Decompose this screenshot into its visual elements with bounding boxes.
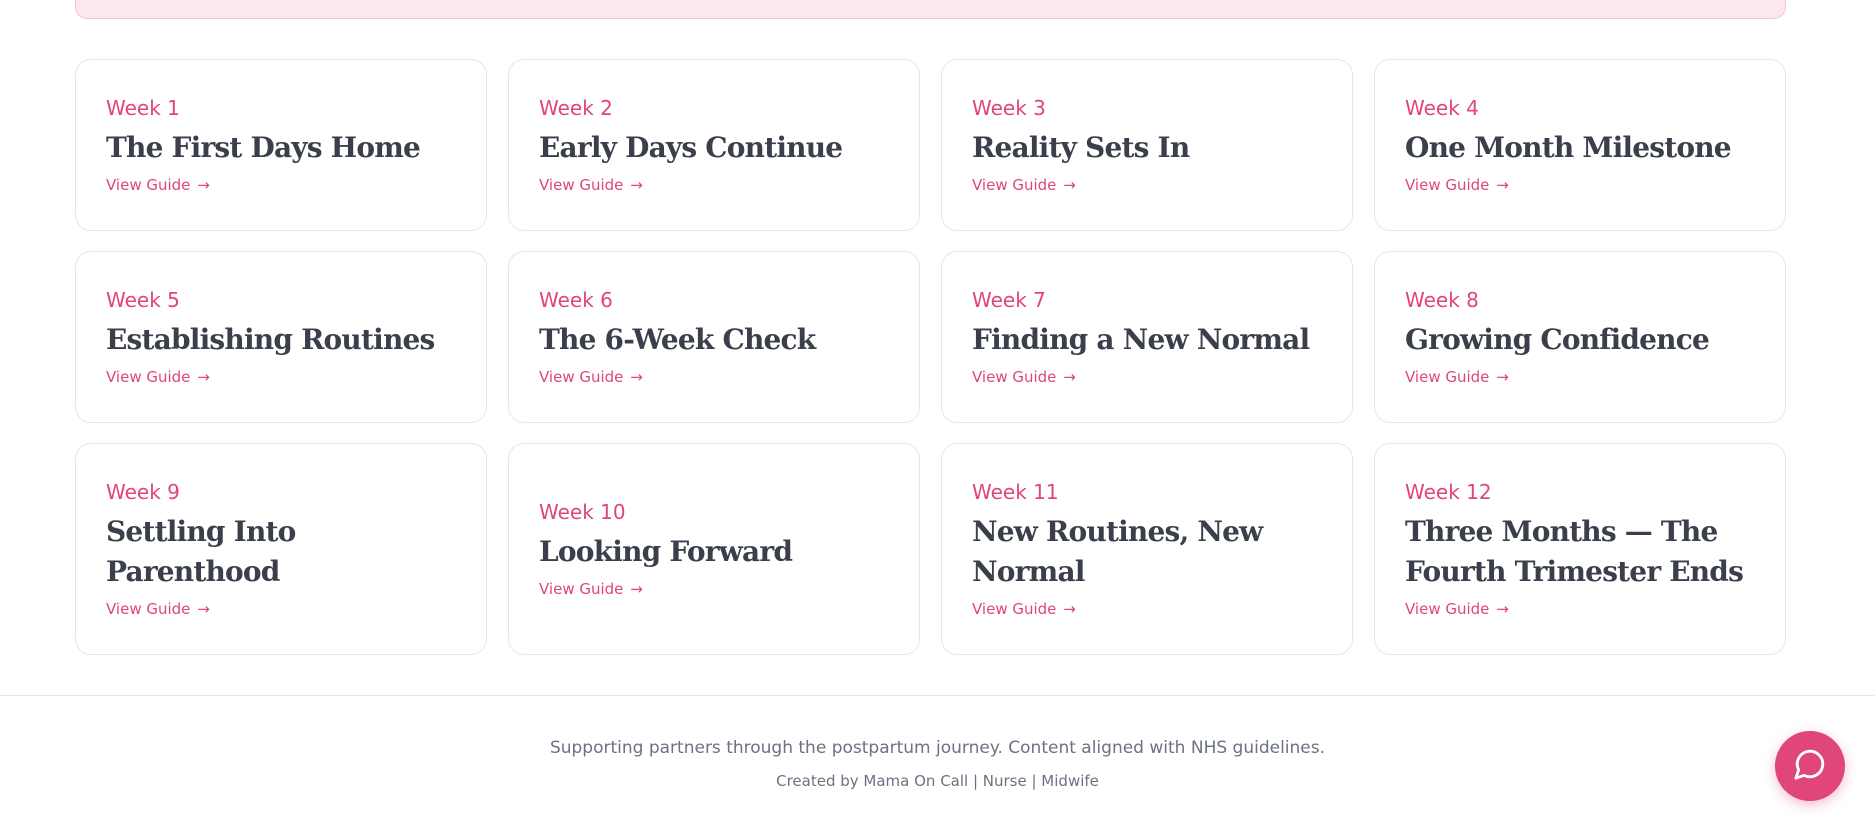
view-guide-link[interactable]: View Guide → (972, 176, 1322, 194)
view-guide-link[interactable]: View Guide → (539, 176, 889, 194)
view-guide-link[interactable]: View Guide → (539, 580, 889, 598)
arrow-right-icon: → (1063, 600, 1076, 618)
arrow-right-icon: → (630, 368, 643, 386)
week-guide-grid: Week 1 The First Days Home View Guide → … (75, 59, 1786, 655)
arrow-right-icon: → (197, 368, 210, 386)
week-title: Settling Into Parenthood (106, 515, 296, 588)
week-title: One Month Milestone (1405, 131, 1732, 164)
week-card-10[interactable]: Week 10 Looking Forward View Guide → (508, 443, 920, 655)
week-title: Reality Sets In (972, 131, 1190, 164)
week-title: New Routines, New Normal (972, 515, 1263, 588)
week-card-9[interactable]: Week 9 Settling Into Parenthood View Gui… (75, 443, 487, 655)
arrow-right-icon: → (197, 176, 210, 194)
week-card-3[interactable]: Week 3 Reality Sets In View Guide → (941, 59, 1353, 231)
arrow-right-icon: → (1496, 176, 1509, 194)
week-label: Week 7 (972, 288, 1046, 312)
arrow-right-icon: → (1063, 176, 1076, 194)
view-guide-link[interactable]: View Guide → (972, 600, 1322, 618)
view-guide-link[interactable]: View Guide → (972, 368, 1322, 386)
week-title: The First Days Home (106, 131, 421, 164)
week-card-12[interactable]: Week 12 Three Months — The Fourth Trimes… (1374, 443, 1786, 655)
week-title: Three Months — The Fourth Trimester Ends (1405, 515, 1744, 588)
arrow-right-icon: → (1496, 368, 1509, 386)
week-card-4[interactable]: Week 4 One Month Milestone View Guide → (1374, 59, 1786, 231)
week-label: Week 8 (1405, 288, 1479, 312)
arrow-right-icon: → (1063, 368, 1076, 386)
footer-tagline: Supporting partners through the postpart… (549, 738, 1326, 758)
week-title: Early Days Continue (539, 131, 843, 164)
week-title: Looking Forward (539, 535, 793, 568)
week-card-8[interactable]: Week 8 Growing Confidence View Guide → (1374, 251, 1786, 423)
week-title: Finding a New Normal (972, 323, 1310, 356)
week-label: Week 4 (1405, 96, 1479, 120)
week-label: Week 6 (539, 288, 613, 312)
week-card-5[interactable]: Week 5 Establishing Routines View Guide … (75, 251, 487, 423)
view-guide-link[interactable]: View Guide → (1405, 176, 1755, 194)
week-card-1[interactable]: Week 1 The First Days Home View Guide → (75, 59, 487, 231)
view-guide-link[interactable]: View Guide → (106, 600, 456, 618)
week-title: Establishing Routines (106, 323, 435, 356)
arrow-right-icon: → (197, 600, 210, 618)
week-label: Week 11 (972, 480, 1059, 504)
view-guide-link[interactable]: View Guide → (539, 368, 889, 386)
arrow-right-icon: → (1496, 600, 1509, 618)
chat-button[interactable] (1775, 731, 1845, 801)
week-card-2[interactable]: Week 2 Early Days Continue View Guide → (508, 59, 920, 231)
view-guide-link[interactable]: View Guide → (1405, 368, 1755, 386)
week-label: Week 3 (972, 96, 1046, 120)
week-label: Week 9 (106, 480, 180, 504)
footer-credit: Created by Mama On Call | Nurse | Midwif… (776, 772, 1099, 790)
week-card-6[interactable]: Week 6 The 6-Week Check View Guide → (508, 251, 920, 423)
view-guide-link[interactable]: View Guide → (1405, 600, 1755, 618)
week-title: The 6-Week Check (539, 323, 816, 356)
arrow-right-icon: → (630, 176, 643, 194)
view-guide-link[interactable]: View Guide → (106, 368, 456, 386)
week-label: Week 2 (539, 96, 613, 120)
arrow-right-icon: → (630, 580, 643, 598)
week-title: Growing Confidence (1405, 323, 1710, 356)
week-label: Week 12 (1405, 480, 1492, 504)
footer-divider (0, 695, 1875, 696)
week-card-7[interactable]: Week 7 Finding a New Normal View Guide → (941, 251, 1353, 423)
top-banner (75, 0, 1786, 19)
week-card-11[interactable]: Week 11 New Routines, New Normal View Gu… (941, 443, 1353, 655)
chat-bubble-icon (1793, 747, 1827, 786)
week-label: Week 5 (106, 288, 180, 312)
view-guide-link[interactable]: View Guide → (106, 176, 456, 194)
week-label: Week 10 (539, 500, 626, 524)
week-label: Week 1 (106, 96, 180, 120)
